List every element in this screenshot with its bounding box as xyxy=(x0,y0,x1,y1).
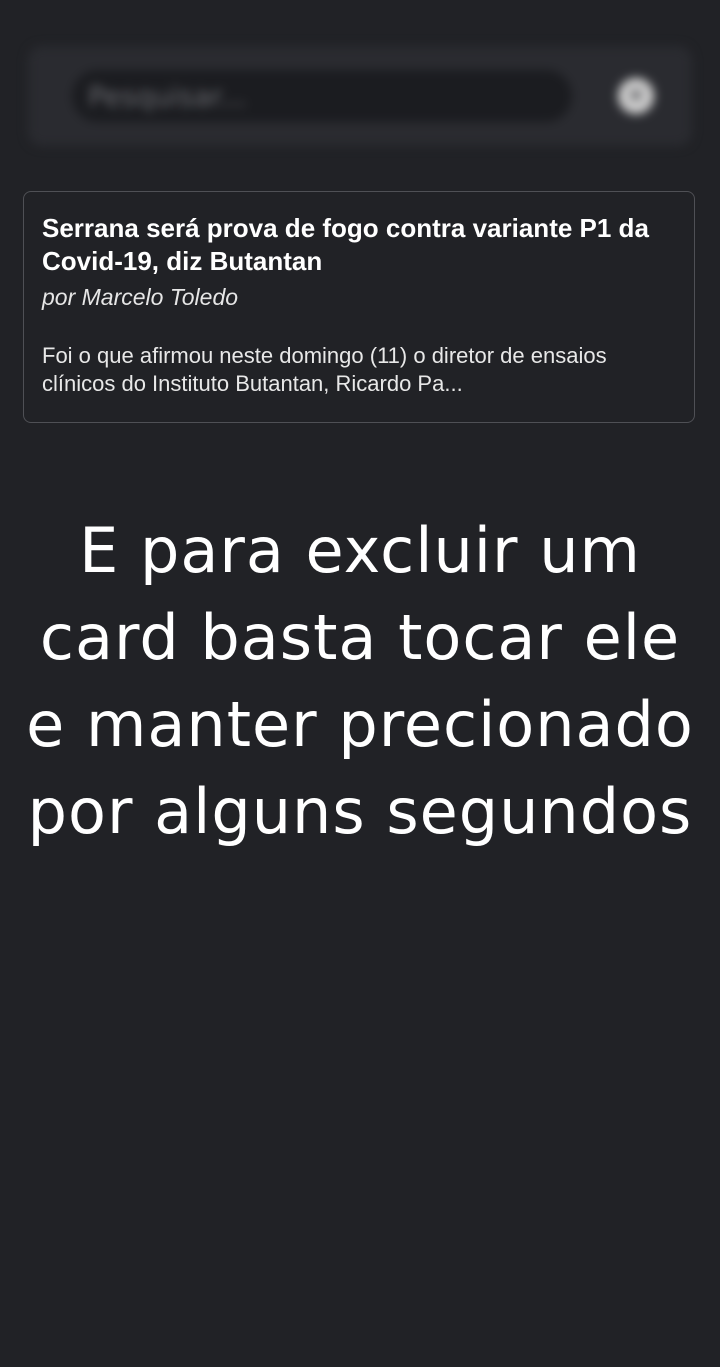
card-title: Serrana será prova de fogo contra varian… xyxy=(42,213,649,276)
caption-line: por alguns segundos xyxy=(27,775,693,848)
caption-line: E para excluir um xyxy=(79,514,641,587)
caption-line: card basta tocar ele xyxy=(39,601,681,674)
news-card[interactable]: Serrana será prova de fogo contra varian… xyxy=(23,191,695,423)
close-icon[interactable]: ✕ xyxy=(618,78,654,114)
caption-line: e manter precionado xyxy=(26,688,694,761)
card-excerpt: Foi o que afirmou neste domingo (11) o d… xyxy=(42,343,607,396)
card-author: por Marcelo Toledo xyxy=(42,284,239,310)
search-input[interactable]: Pesquisar... xyxy=(72,70,572,122)
search-bar: Pesquisar... ✕ xyxy=(28,46,692,146)
search-placeholder: Pesquisar... xyxy=(88,80,247,113)
instruction-caption: E para excluir um card basta tocar ele e… xyxy=(0,507,720,855)
